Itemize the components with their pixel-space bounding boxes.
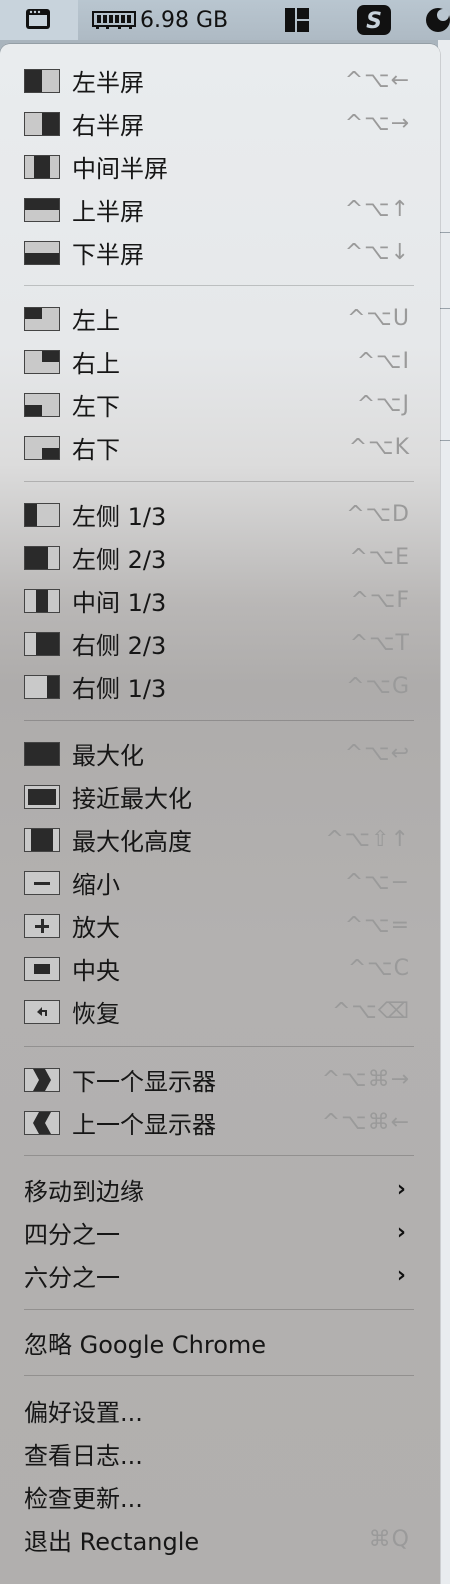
menu-item-previous-display[interactable]: 上一个显示器 ^⌥⌘← [0, 1101, 440, 1144]
menu-separator [24, 1375, 414, 1376]
menu-item-restore[interactable]: 恢复 ^⌥⌫ [0, 990, 440, 1033]
tiling-icon [285, 8, 309, 32]
menu-item-smaller[interactable]: 缩小 ^⌥− [0, 861, 440, 904]
menu-separator [24, 1155, 414, 1156]
previous-display-icon [24, 1110, 60, 1135]
menu-item-last-two-thirds[interactable]: 右侧 2/3 ^⌥T [0, 622, 440, 665]
menu-bar: 6.98 GB S [0, 0, 450, 40]
menu-item-first-two-thirds[interactable]: 左侧 2/3 ^⌥E [0, 536, 440, 579]
menu-item-center[interactable]: 中央 ^⌥C [0, 947, 440, 990]
memory-text: 6.98 GB [140, 7, 229, 33]
menu-item-top-left[interactable]: 左上 ^⌥U [0, 297, 440, 340]
left-half-icon [24, 68, 60, 93]
memory-status[interactable]: 6.98 GB [92, 0, 228, 40]
menu-item-next-display[interactable]: 下一个显示器 ^⌥⌘→ [0, 1058, 440, 1101]
menu-separator [24, 481, 414, 482]
menu-item-bottom-left[interactable]: 左下 ^⌥J [0, 383, 440, 426]
menu-separator [24, 1309, 414, 1310]
chevron-right-icon: › [396, 1263, 406, 1288]
menu-item-center-half[interactable]: 中间半屏 [0, 145, 440, 188]
menu-item-almost-maximize[interactable]: 接近最大化 [0, 775, 440, 818]
center-third-icon [24, 588, 60, 613]
menu-item-move-to-edge[interactable]: 移动到边缘 › [0, 1168, 440, 1211]
menu-item-right-half[interactable]: 右半屏 ^⌥→ [0, 102, 440, 145]
s-app-icon: S [357, 5, 391, 35]
rectangle-menu-button[interactable] [0, 0, 78, 40]
s-app-button[interactable]: S [356, 0, 392, 40]
menu-item-view-logs[interactable]: 查看日志... [0, 1432, 440, 1475]
menu-item-last-third[interactable]: 右侧 1/3 ^⌥G [0, 665, 440, 708]
center-half-icon [24, 154, 60, 179]
menu-item-center-third[interactable]: 中间 1/3 ^⌥F [0, 579, 440, 622]
first-third-icon [24, 502, 60, 527]
bottom-right-icon [24, 435, 60, 460]
menu-separator [24, 285, 414, 286]
menu-item-top-right[interactable]: 右上 ^⌥I [0, 340, 440, 383]
menu-item-larger[interactable]: 放大 ^⌥= [0, 904, 440, 947]
restore-icon [24, 999, 60, 1024]
menu-item-ignore-app[interactable]: 忽略 Google Chrome [0, 1321, 440, 1364]
last-two-thirds-icon [24, 631, 60, 656]
menu-item-bottom-right[interactable]: 右下 ^⌥K [0, 426, 440, 469]
rectangle-app-icon [26, 9, 50, 29]
menu-item-check-updates[interactable]: 检查更新... [0, 1475, 440, 1518]
chevron-right-icon: › [396, 1220, 406, 1245]
menu-item-quit[interactable]: 退出 Rectangle ⌘Q [0, 1518, 440, 1561]
almost-maximize-icon [24, 784, 60, 809]
svg-text:S: S [366, 9, 382, 34]
first-two-thirds-icon [24, 545, 60, 570]
top-half-icon [24, 197, 60, 222]
menu-item-maximize[interactable]: 最大化 ^⌥↩ [0, 732, 440, 775]
top-left-icon [24, 306, 60, 331]
center-icon [24, 956, 60, 981]
dark-mode-button[interactable] [420, 0, 450, 40]
minus-icon [24, 870, 60, 895]
menu-item-preferences[interactable]: 偏好设置... [0, 1389, 440, 1432]
bottom-half-icon [24, 240, 60, 265]
last-third-icon [24, 674, 60, 699]
maximize-icon [24, 741, 60, 766]
menu-item-fourths[interactable]: 四分之一 › [0, 1211, 440, 1254]
menu-item-top-half[interactable]: 上半屏 ^⌥↑ [0, 188, 440, 231]
menu-item-left-half[interactable]: 左半屏 ^⌥← [0, 59, 440, 102]
bottom-left-icon [24, 392, 60, 417]
next-display-icon [24, 1067, 60, 1092]
moon-icon [426, 8, 450, 32]
menu-separator [24, 1046, 414, 1047]
maximize-height-icon [24, 827, 60, 852]
top-right-icon [24, 349, 60, 374]
menu-item-sixths[interactable]: 六分之一 › [0, 1254, 440, 1297]
menu-item-maximize-height[interactable]: 最大化高度 ^⌥⇧↑ [0, 818, 440, 861]
rectangle-menu: 左半屏 ^⌥← 右半屏 ^⌥→ 中间半屏 上半屏 ^⌥↑ 下半屏 ^⌥↓ 左上 … [0, 44, 440, 1584]
ram-icon [92, 11, 136, 29]
menu-item-bottom-half[interactable]: 下半屏 ^⌥↓ [0, 231, 440, 274]
layout-app-button[interactable] [282, 0, 312, 40]
chevron-right-icon: › [396, 1177, 406, 1202]
menu-separator [24, 720, 414, 721]
right-half-icon [24, 111, 60, 136]
plus-icon [24, 913, 60, 938]
menu-item-first-third[interactable]: 左侧 1/3 ^⌥D [0, 493, 440, 536]
